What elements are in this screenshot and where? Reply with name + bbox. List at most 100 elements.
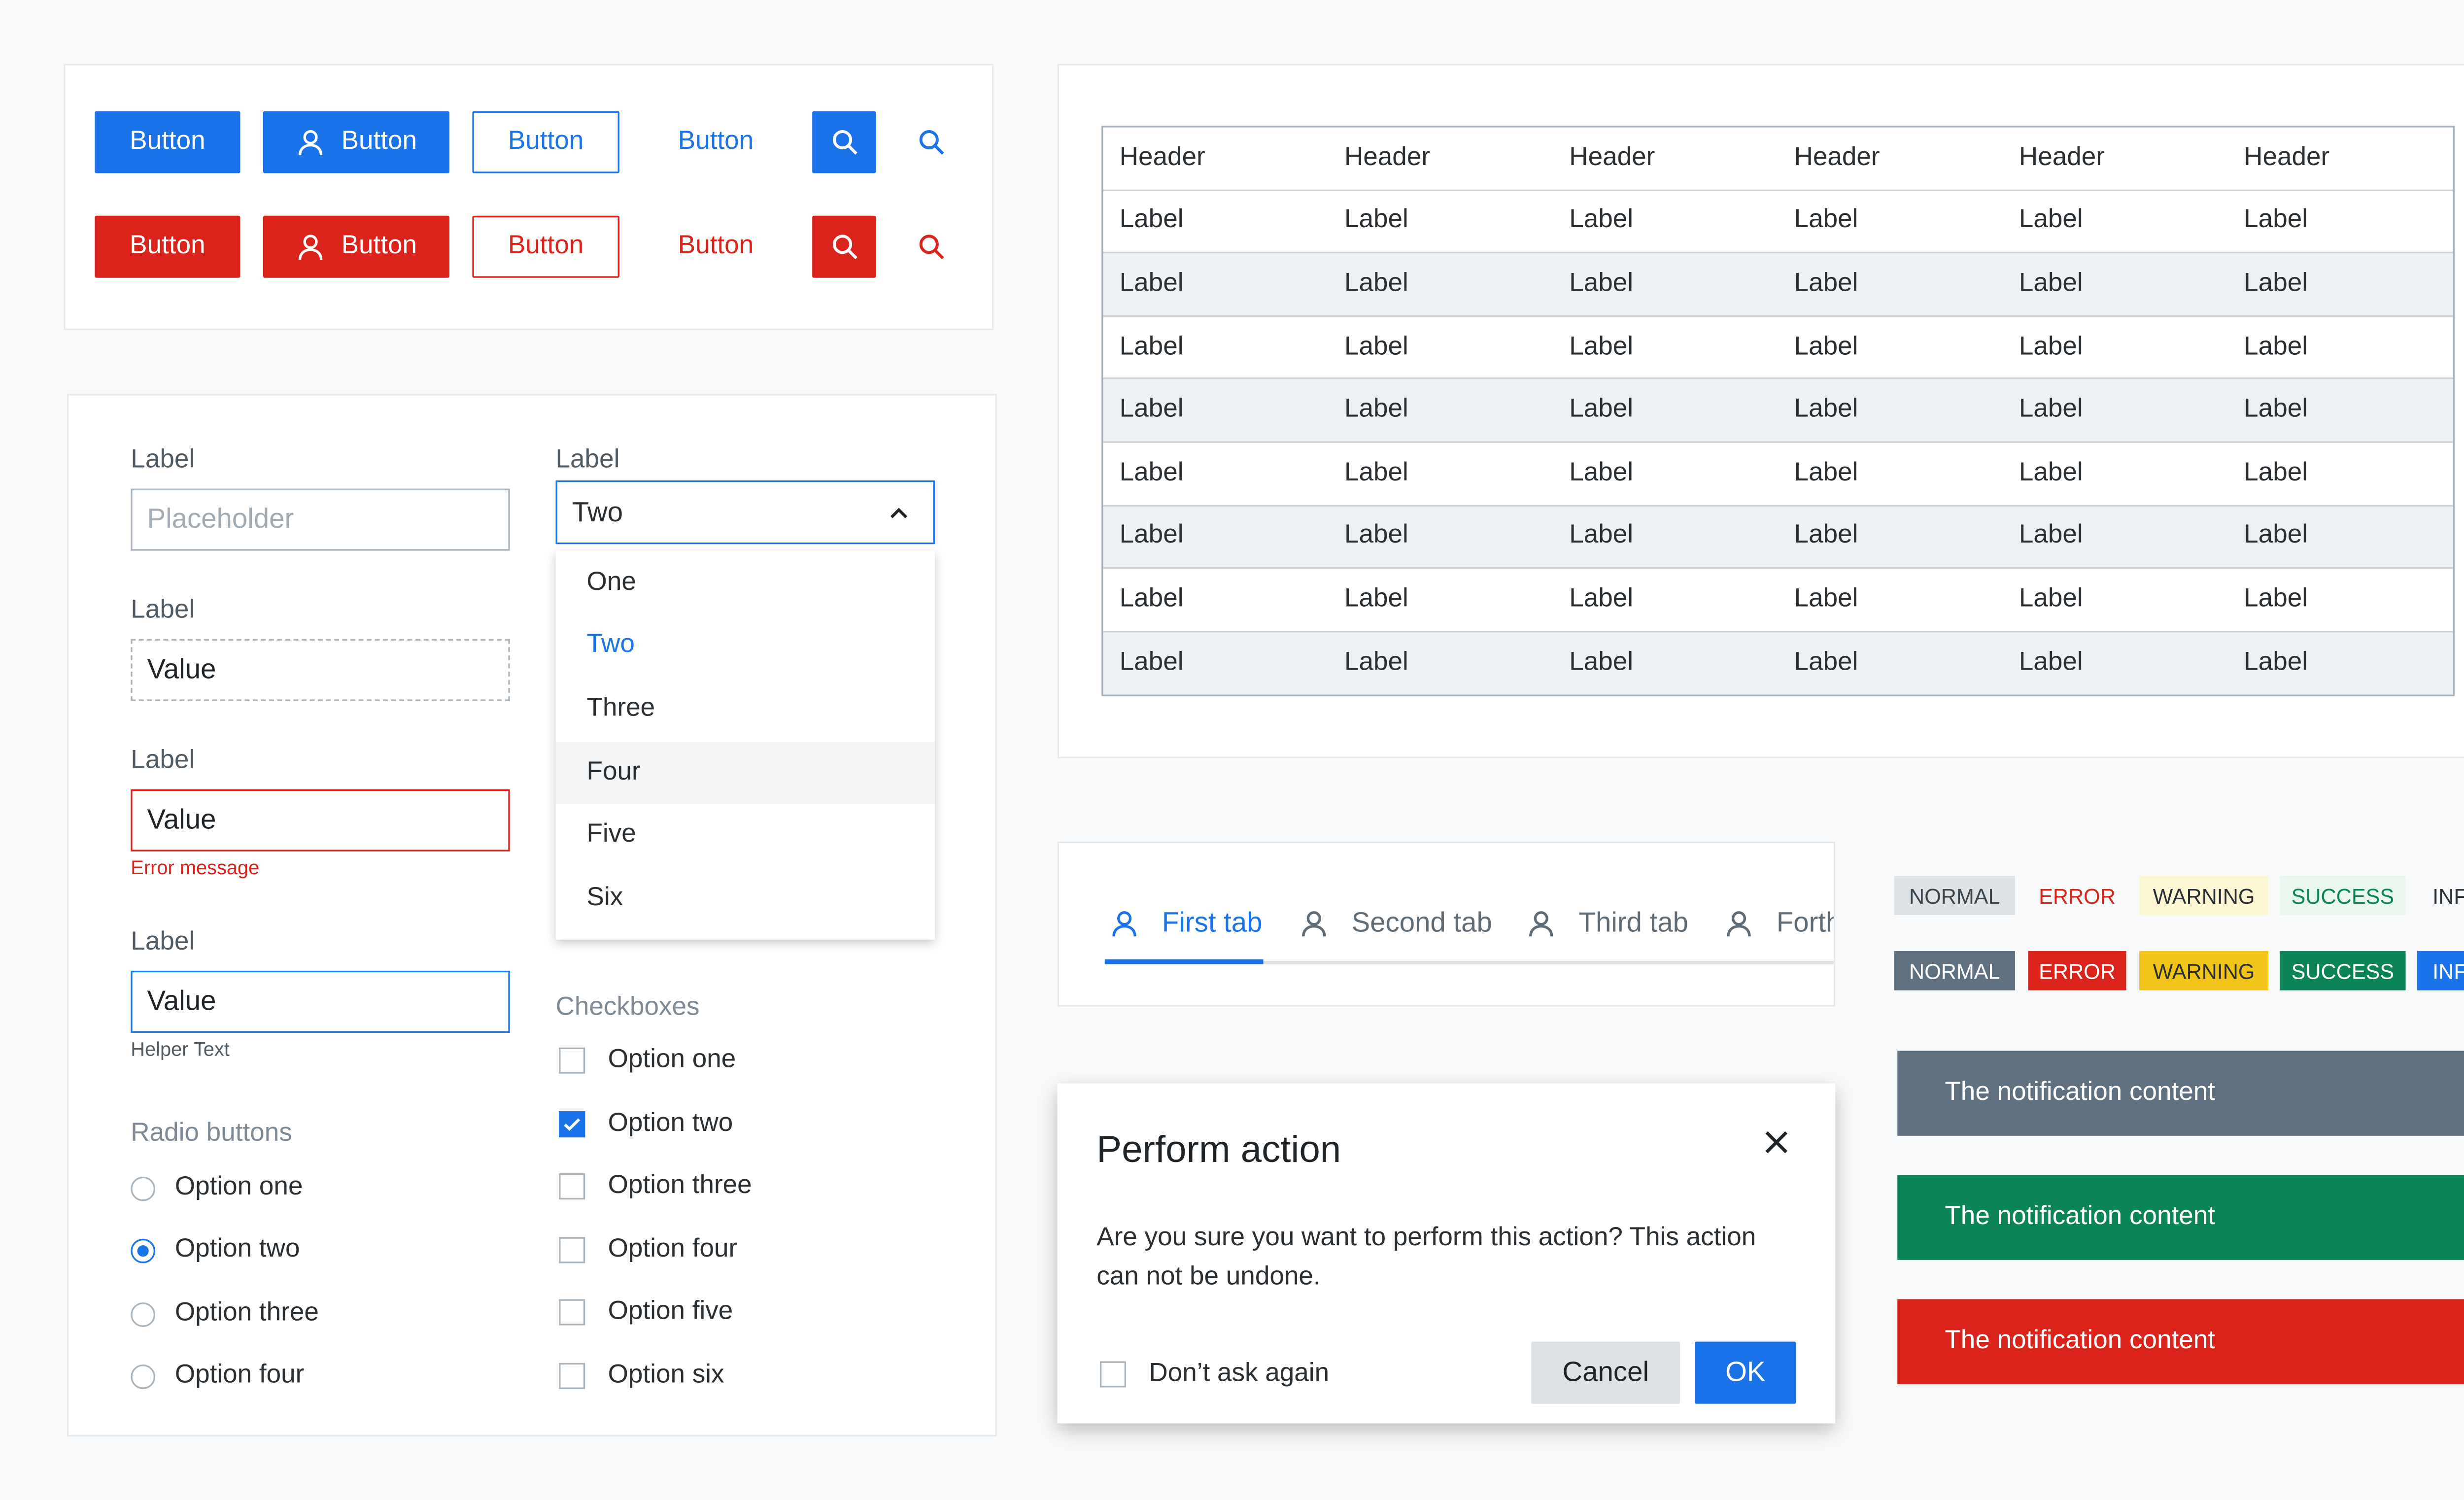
table-cell: Label xyxy=(1344,333,1408,361)
table-cell: Label xyxy=(1794,206,1858,235)
checkbox-option[interactable]: Option six xyxy=(559,1360,724,1392)
checkbox-option[interactable]: Option two xyxy=(559,1108,733,1140)
primary-button[interactable]: Button xyxy=(95,111,240,173)
search-icon xyxy=(917,128,946,157)
table-cell: Label xyxy=(2019,648,2083,677)
danger-button[interactable]: Button xyxy=(95,215,240,278)
checkbox-control[interactable] xyxy=(559,1047,585,1074)
badge-success: SUCCESS xyxy=(2280,876,2406,916)
radio-control[interactable] xyxy=(131,1176,156,1200)
error-input[interactable]: Value xyxy=(131,789,510,852)
table-row: Label Label Label Label Label Label xyxy=(1103,253,2453,317)
select-label: Label xyxy=(555,446,620,474)
table-cell: Label xyxy=(1794,585,1858,613)
checkbox-control[interactable] xyxy=(559,1173,585,1200)
tab-fourth[interactable]: Forth xyxy=(1724,904,1834,943)
checkbox-option[interactable]: Option three xyxy=(559,1170,752,1202)
table-header-cell[interactable]: Header xyxy=(1328,128,1553,189)
radio-option[interactable]: Option two xyxy=(131,1234,300,1266)
radio-option[interactable]: Option four xyxy=(131,1360,304,1392)
dropdown-option-two[interactable]: Two xyxy=(556,614,935,677)
checkbox-control[interactable] xyxy=(559,1299,585,1326)
table-cell: Label xyxy=(2019,396,2083,424)
focused-input[interactable]: Value xyxy=(131,970,510,1033)
dropdown-option-five[interactable]: Five xyxy=(556,804,935,866)
radio-option[interactable]: Option one xyxy=(131,1172,303,1204)
radio-control-checked[interactable] xyxy=(131,1238,156,1262)
danger-search-icon-button[interactable] xyxy=(812,215,876,278)
table-header-cell[interactable]: Header xyxy=(2003,128,2227,189)
table-cell: Label xyxy=(1344,585,1408,613)
danger-icon-button[interactable]: Button xyxy=(263,215,449,278)
tab-third[interactable]: Third tab xyxy=(1526,904,1688,943)
table-row: Label Label Label Label Label Label xyxy=(1103,569,2453,632)
table-cell: Label xyxy=(1569,270,1634,298)
table-cell: Label xyxy=(2019,206,2083,235)
checkbox-control-checked[interactable] xyxy=(559,1111,585,1138)
dashed-input[interactable]: Value xyxy=(131,639,510,701)
checkbox-label: Option three xyxy=(608,1171,752,1200)
select-dropdown-menu: One Two Three Four Five Six xyxy=(555,550,935,940)
table-cell: Label xyxy=(1569,648,1634,677)
search-ghost-button[interactable] xyxy=(900,111,962,173)
table-header-row: Header Header Header Header Header Heade… xyxy=(1103,128,2453,191)
radio-control[interactable] xyxy=(131,1364,156,1389)
search-icon-button[interactable] xyxy=(812,111,876,173)
danger-outline-button[interactable]: Button xyxy=(472,215,619,278)
placeholder-input[interactable]: Placeholder xyxy=(131,488,510,551)
dropdown-option-three[interactable]: Three xyxy=(556,678,935,740)
notification-neutral: The notification content xyxy=(1897,1051,2464,1136)
check-icon xyxy=(564,1118,581,1131)
table-cell: Label xyxy=(2244,585,2308,613)
table-cell: Label xyxy=(1794,648,1858,677)
table-header-cell[interactable]: Header xyxy=(1103,128,1328,189)
table-cell: Label xyxy=(1569,522,1634,550)
table-header-cell[interactable]: Header xyxy=(1553,128,1778,189)
active-tab-indicator xyxy=(1104,959,1264,964)
checkbox-control[interactable] xyxy=(559,1363,585,1389)
dialog-title: Perform action xyxy=(1096,1127,1341,1170)
table-cell: Label xyxy=(2244,648,2308,677)
checkbox-option[interactable]: Option four xyxy=(559,1234,737,1266)
user-icon xyxy=(1727,911,1751,937)
checkbox-control[interactable] xyxy=(559,1237,585,1263)
dropdown-option-six[interactable]: Six xyxy=(556,868,935,930)
table-cell: Label xyxy=(1344,459,1408,487)
ghost-button[interactable]: Button xyxy=(649,111,783,173)
table-row: Label Label Label Label Label Label xyxy=(1103,506,2453,569)
table-cell: Label xyxy=(2019,522,2083,550)
table-cell: Label xyxy=(1794,270,1858,298)
table-cell: Label xyxy=(2244,270,2308,298)
primary-icon-button[interactable]: Button xyxy=(263,111,449,173)
badge-error-solid: ERROR xyxy=(2028,951,2126,990)
select-field[interactable]: Two xyxy=(555,480,935,545)
checkbox-option[interactable]: Option one xyxy=(559,1044,736,1077)
tab-first[interactable]: First tab xyxy=(1110,904,1263,943)
error-message: Error message xyxy=(131,856,260,880)
tab-label: Third tab xyxy=(1578,907,1689,938)
table-cell: Label xyxy=(1344,206,1408,235)
table-header-cell[interactable]: Header xyxy=(2227,128,2452,189)
dropdown-option-four[interactable]: Four xyxy=(555,742,935,804)
tab-second[interactable]: Second tab xyxy=(1299,904,1492,943)
badge-info-solid: INFO xyxy=(2417,951,2464,990)
tab-label: Forth xyxy=(1776,907,1834,938)
ok-button[interactable]: OK xyxy=(1695,1341,1796,1404)
buttons-card xyxy=(64,64,994,330)
dropdown-option-one[interactable]: One xyxy=(556,552,935,614)
dont-ask-again-option[interactable]: Don’t ask again xyxy=(1099,1358,1329,1391)
checkbox-label: Option four xyxy=(608,1235,738,1263)
cancel-button[interactable]: Cancel xyxy=(1531,1341,1680,1404)
helper-text: Helper Text xyxy=(131,1037,230,1061)
danger-search-ghost-button[interactable] xyxy=(900,216,962,278)
radio-option[interactable]: Option three xyxy=(131,1297,319,1330)
user-icon xyxy=(296,232,325,262)
danger-ghost-button[interactable]: Button xyxy=(649,216,783,278)
close-button[interactable] xyxy=(1762,1127,1791,1157)
data-table: Header Header Header Header Header Heade… xyxy=(1101,126,2455,697)
table-header-cell[interactable]: Header xyxy=(1778,128,2002,189)
radio-control[interactable] xyxy=(131,1301,156,1327)
checkbox-control[interactable] xyxy=(1099,1361,1126,1388)
checkbox-option[interactable]: Option five xyxy=(559,1296,733,1329)
outline-button[interactable]: Button xyxy=(472,111,619,173)
